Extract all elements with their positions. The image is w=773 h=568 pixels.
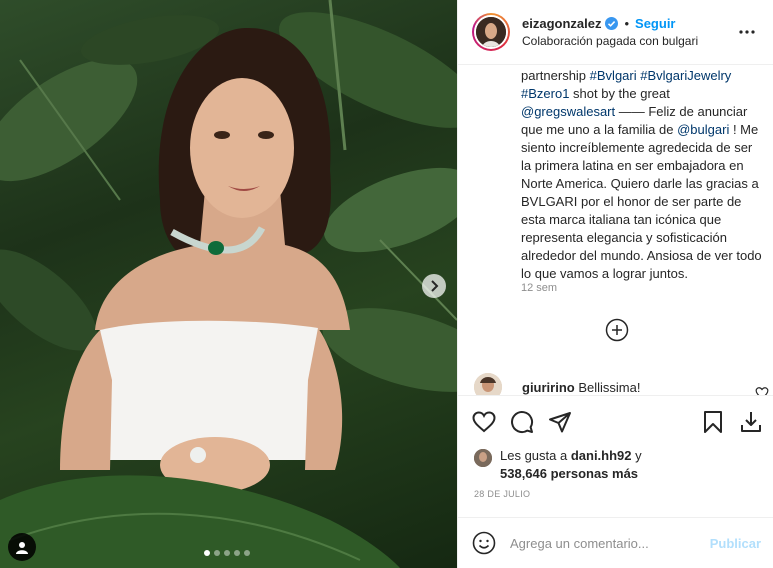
comment-body: Bellissima! — [578, 379, 641, 395]
carousel-next-button[interactable] — [422, 274, 446, 298]
commenter-username[interactable]: giuririno — [522, 380, 575, 395]
heart-icon — [755, 387, 769, 395]
caption-text: partnership — [521, 68, 590, 83]
hashtag-link[interactable]: #Bzero1 — [521, 86, 569, 101]
post-side-panel: eizagonzalez • Seguir Colaboración pagad… — [457, 0, 773, 568]
instagram-post: eizagonzalez • Seguir Colaboración pagad… — [0, 0, 773, 568]
photo-image — [0, 0, 457, 568]
bookmark-icon — [704, 410, 722, 433]
plus-circle-icon — [605, 318, 629, 342]
carousel-dot — [234, 550, 240, 556]
emoji-button[interactable] — [472, 531, 496, 555]
author-username[interactable]: eizagonzalez — [522, 16, 601, 31]
carousel-dot — [224, 550, 230, 556]
foreground-leaf — [0, 475, 400, 568]
more-options-button[interactable] — [735, 20, 759, 44]
send-icon — [549, 411, 571, 432]
likes-text: Les gusta a dani.hh92 y 538,646 personas… — [500, 447, 642, 483]
post-photo[interactable] — [0, 0, 457, 568]
follow-button[interactable]: Seguir — [635, 16, 675, 31]
comment-like-button[interactable] — [755, 386, 769, 395]
post-header: eizagonzalez • Seguir Colaboración pagad… — [458, 0, 773, 65]
hashtag-link[interactable]: #BvlgariJewelry — [640, 68, 731, 83]
user-tag-icon — [16, 541, 28, 554]
caption-timestamp[interactable]: 12 sem — [521, 282, 557, 294]
load-more-comments-button[interactable] — [605, 318, 629, 342]
save-button[interactable] — [701, 410, 725, 434]
like-button[interactable] — [472, 410, 496, 434]
comments-section[interactable]: partnership #Bvlgari #BvlgariJewelry #Bz… — [458, 65, 773, 395]
post-date[interactable]: 28 DE JULIO — [458, 483, 773, 517]
carousel-dot — [244, 550, 250, 556]
comment-item: giuririno Bellissima! — [474, 371, 769, 395]
post-caption: partnership #Bvlgari #BvlgariJewelry #Bz… — [521, 67, 763, 283]
download-icon — [741, 411, 761, 432]
comment-button[interactable] — [510, 410, 534, 434]
add-comment-bar: Publicar — [458, 517, 773, 568]
more-options-icon — [739, 30, 755, 34]
liker-username[interactable]: dani.hh92 — [571, 448, 632, 463]
author-avatar[interactable] — [474, 15, 508, 49]
caption-text: ! Me siento increíblemente agredecida de… — [521, 122, 762, 281]
publish-button[interactable]: Publicar — [710, 536, 761, 551]
likes-prefix: Les gusta a — [500, 448, 571, 463]
comment-text: giuririno Bellissima! — [522, 380, 755, 395]
verified-badge-icon — [605, 17, 619, 30]
carousel-indicator — [204, 550, 250, 556]
carousel-dot — [214, 550, 220, 556]
share-button[interactable] — [548, 410, 572, 434]
author-avatar-ring[interactable] — [472, 13, 510, 51]
mention-link[interactable]: @gregswalesart — [521, 104, 615, 119]
comment-input[interactable] — [510, 535, 710, 551]
action-bar — [458, 395, 773, 447]
likes-count[interactable]: 538,646 personas más — [500, 466, 638, 481]
likes-conjunction: y — [631, 448, 642, 463]
carousel-dot — [204, 550, 210, 556]
emoji-icon — [472, 531, 496, 555]
user-tag-button[interactable] — [8, 533, 36, 561]
liker-avatar[interactable] — [474, 449, 492, 467]
header-text: eizagonzalez • Seguir Colaboración pagad… — [522, 16, 735, 48]
hashtag-link[interactable]: #Bvlgari — [590, 68, 637, 83]
chevron-right-icon — [431, 280, 439, 292]
comment-icon — [511, 410, 534, 433]
face — [190, 78, 294, 218]
commenter-avatar[interactable] — [474, 373, 502, 395]
header-separator: • — [624, 16, 630, 31]
download-button[interactable] — [739, 410, 763, 434]
heart-icon — [472, 410, 496, 432]
likes-summary: Les gusta a dani.hh92 y 538,646 personas… — [458, 447, 773, 483]
paid-partnership-label[interactable]: Colaboración pagada con bulgari — [522, 34, 735, 48]
caption-text: shot by the great — [569, 86, 670, 101]
mention-link[interactable]: @bulgari — [677, 122, 729, 137]
